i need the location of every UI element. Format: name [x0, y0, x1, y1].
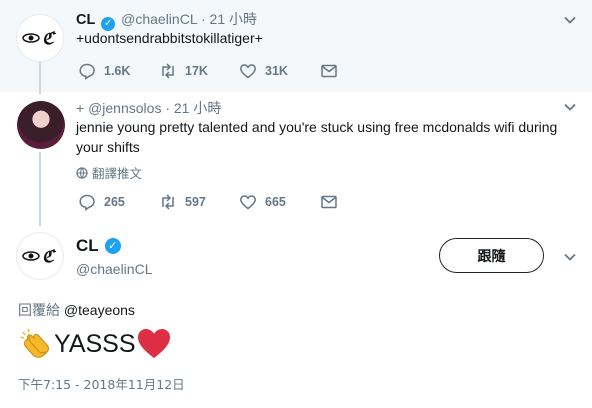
reply-count: 265 — [104, 195, 125, 209]
direct-message-button[interactable] — [320, 193, 338, 211]
envelope-icon — [321, 195, 337, 209]
thread-connector-line — [39, 152, 41, 226]
heart-icon — [240, 64, 256, 79]
tweet-text: YASSS — [54, 330, 136, 358]
tweet-timestamp[interactable]: 下午7:15 - 2018年11月12日 — [18, 374, 185, 393]
author-handle[interactable]: @chaelinCL — [76, 261, 152, 277]
cl-logo-icon: ℭ — [22, 29, 57, 49]
jennsolos-avatar[interactable] — [17, 101, 65, 149]
direct-message-button[interactable] — [320, 62, 338, 80]
author-handle[interactable]: @jennsolos — [88, 100, 161, 116]
red-heart-emoji — [137, 329, 170, 358]
reply-to-handle[interactable]: @teayeons — [64, 302, 135, 318]
retweet-button[interactable]: 597 — [159, 193, 239, 211]
envelope-icon — [321, 64, 337, 78]
reply-tweet-header: + @jennsolos · 21 小時 — [76, 99, 221, 117]
heart-icon — [240, 195, 256, 210]
like-count: 31K — [265, 64, 288, 78]
cl-avatar[interactable]: ℭ — [16, 14, 64, 62]
retweet-count: 597 — [185, 195, 206, 209]
author-name[interactable]: CL — [76, 12, 95, 28]
like-count: 665 — [265, 195, 286, 209]
reply-button[interactable]: 265 — [78, 193, 159, 211]
chevron-down-icon[interactable] — [562, 249, 578, 265]
globe-icon — [76, 166, 88, 179]
tweet-time[interactable]: · 21 小時 — [201, 11, 257, 27]
like-button[interactable]: 665 — [239, 193, 320, 211]
author-name-prefix[interactable]: + — [76, 100, 84, 116]
tweet-text: +udontsendrabbitstokillatiger+ — [76, 30, 263, 46]
tweet-actions: 1.6K 17K 31K — [78, 62, 338, 80]
retweet-icon — [162, 63, 174, 79]
translate-tweet-link[interactable]: 翻譯推文 — [76, 163, 142, 182]
cl-logo-icon: ℭ — [22, 247, 57, 267]
like-button[interactable]: 31K — [239, 62, 320, 80]
verified-badge-icon: ✓ — [104, 238, 121, 254]
tweet-text: jennie young pretty talented and you're … — [76, 119, 558, 155]
follow-button[interactable]: 跟隨 — [439, 238, 544, 273]
retweet-icon — [162, 194, 174, 210]
author-name[interactable]: CL — [76, 236, 99, 256]
chevron-down-icon[interactable] — [562, 12, 578, 28]
tweet-time[interactable]: · 21 小時 — [165, 100, 221, 116]
svg-text:ℭ: ℭ — [42, 247, 57, 267]
retweet-count: 17K — [185, 64, 208, 78]
tweet-actions: 265 597 665 — [78, 193, 338, 211]
reply-button[interactable]: 1.6K — [78, 62, 159, 80]
chevron-down-icon[interactable] — [562, 99, 578, 115]
translate-label: 翻譯推文 — [92, 166, 143, 181]
reply-to-prefix: 回覆給 — [18, 303, 60, 319]
replying-to: 回覆給 @teayeons — [18, 300, 135, 320]
retweet-button[interactable]: 17K — [159, 62, 239, 80]
cl-avatar[interactable]: ℭ — [16, 232, 64, 280]
author-handle[interactable]: @chaelinCL — [121, 11, 197, 27]
reply-icon — [79, 63, 95, 80]
author-name-block[interactable]: CL ✓ — [76, 236, 123, 256]
clapping-hands-emoji — [20, 328, 49, 358]
reply-count: 1.6K — [104, 64, 131, 78]
reply-icon — [79, 194, 95, 211]
svg-text:ℭ: ℭ — [42, 29, 57, 49]
thread-connector-line — [39, 62, 41, 94]
main-tweet-text: YASSS — [18, 324, 172, 364]
